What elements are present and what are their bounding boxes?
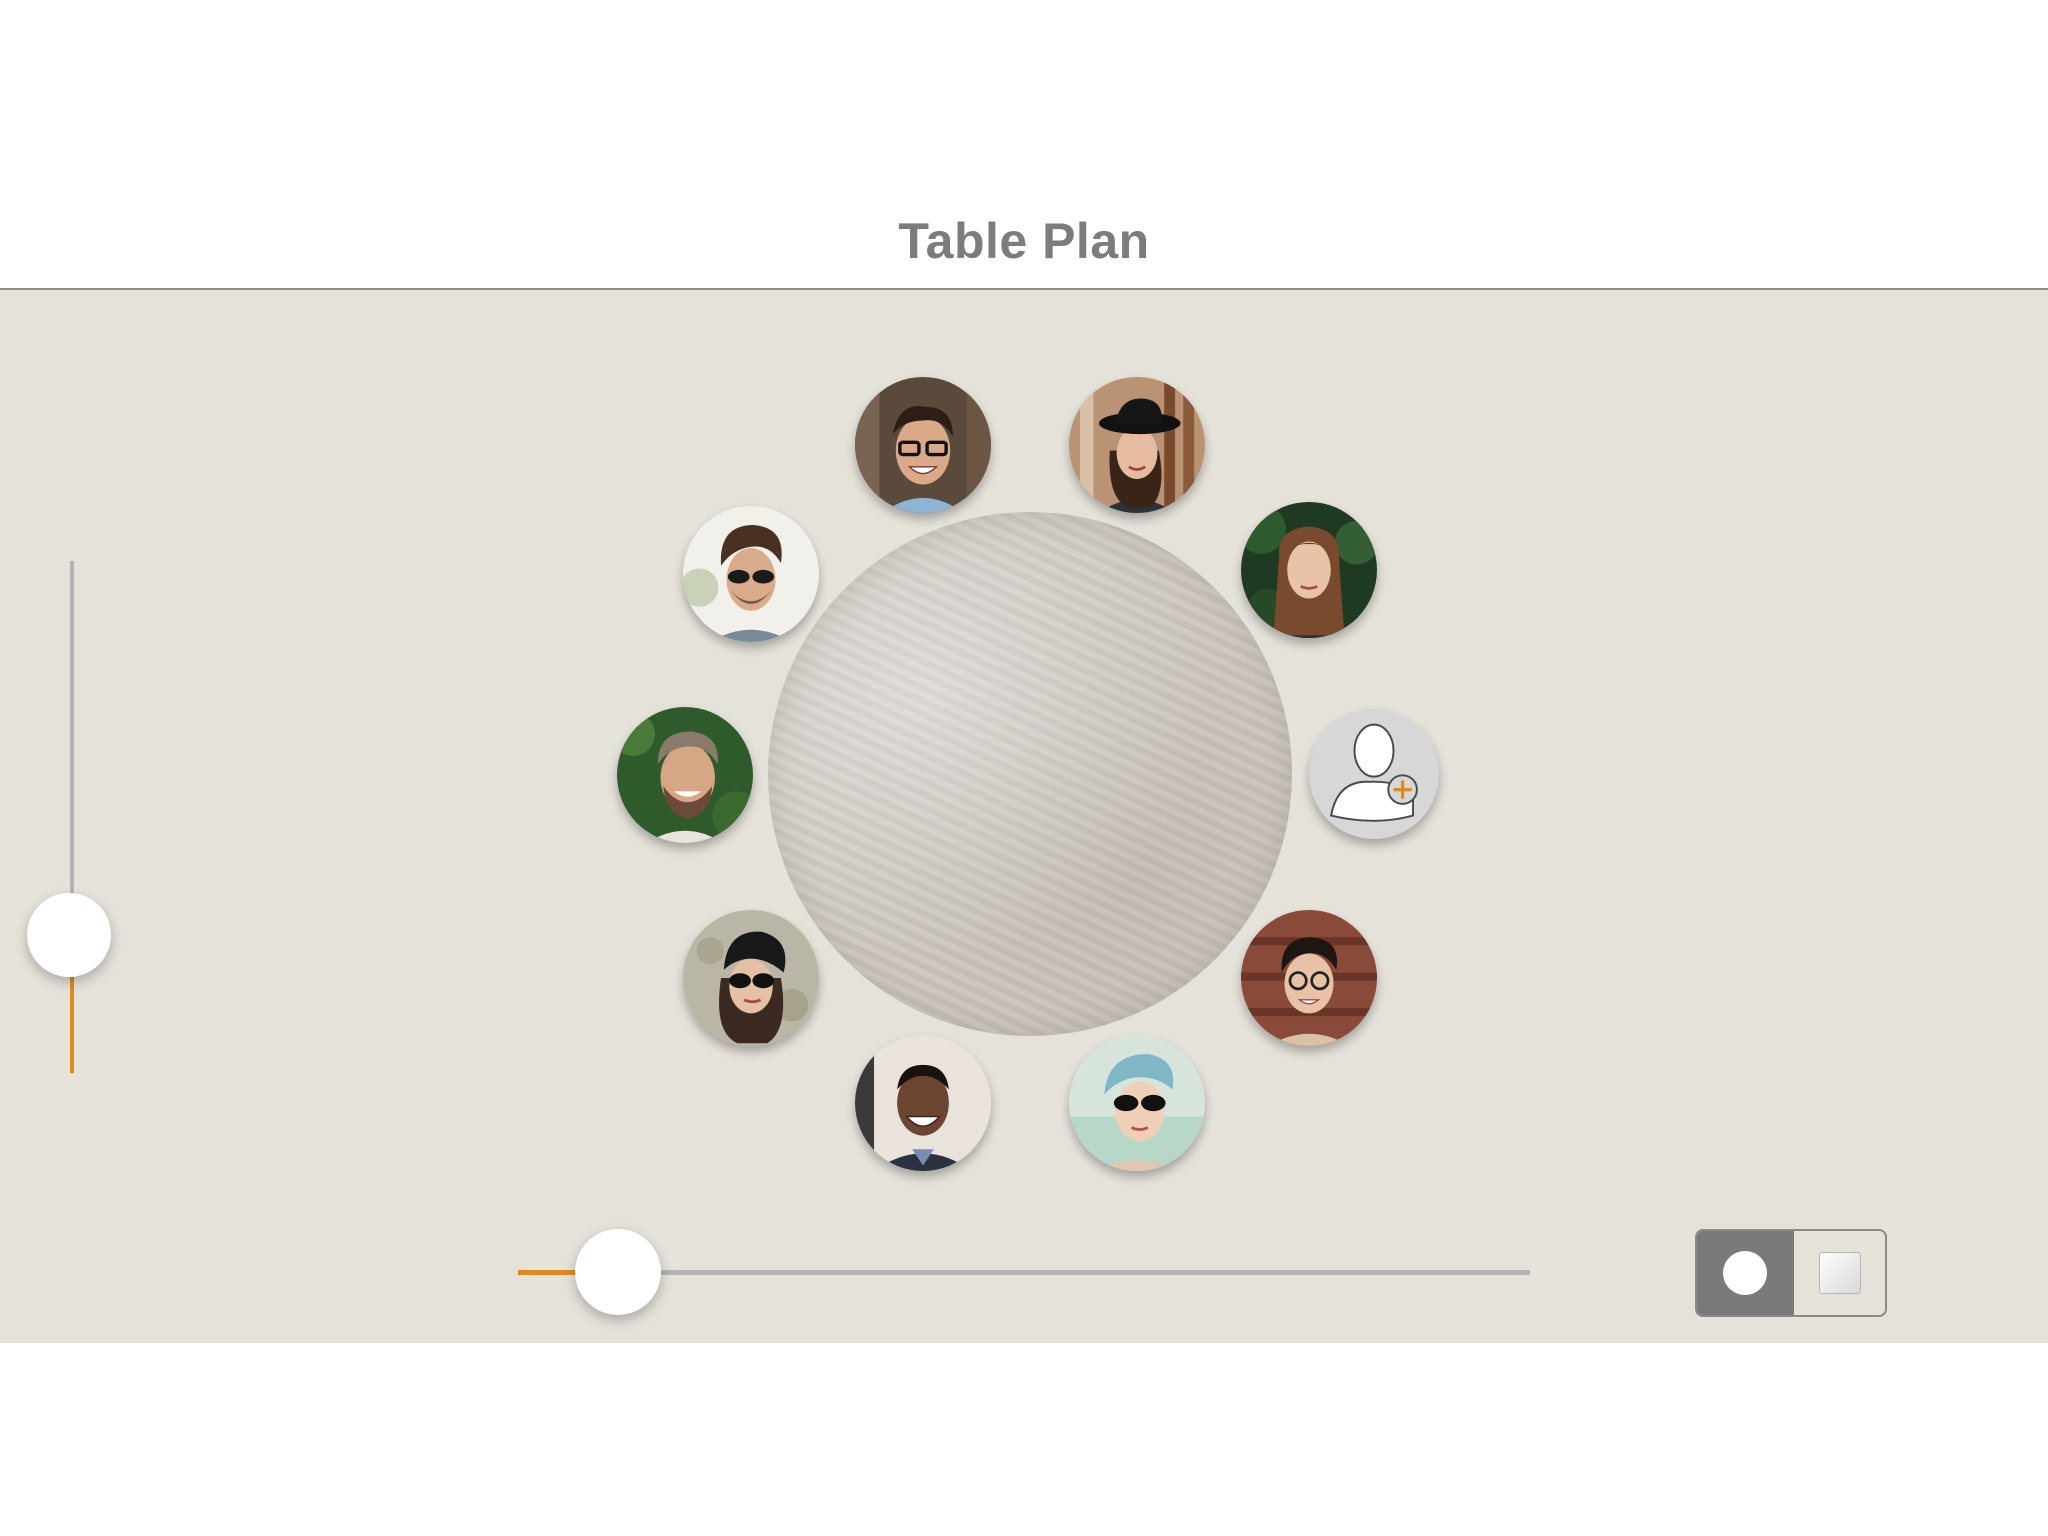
avatar-man-smiling bbox=[855, 1035, 991, 1171]
table-shape-toggle bbox=[1695, 1229, 1887, 1317]
horizontal-slider-track[interactable] bbox=[518, 1270, 1530, 1275]
round-table[interactable] bbox=[768, 512, 1292, 1036]
add-guest-button[interactable] bbox=[1309, 709, 1439, 839]
page-title: Table Plan bbox=[898, 213, 1150, 269]
guest-avatar-seat-9[interactable] bbox=[617, 707, 753, 843]
avatar-man-glasses bbox=[855, 377, 991, 513]
guest-avatar-seat-10[interactable] bbox=[683, 506, 819, 642]
guest-avatar-seat-8[interactable] bbox=[683, 910, 819, 1046]
guest-avatar-seat-7[interactable] bbox=[855, 1035, 991, 1171]
guest-avatar-seat-5[interactable] bbox=[1241, 910, 1377, 1046]
guest-avatar-seat-3[interactable] bbox=[1241, 502, 1377, 638]
guest-avatar-seat-6[interactable] bbox=[1069, 1035, 1205, 1171]
avatar-woman-beanie-sunglasses bbox=[683, 910, 819, 1046]
footer-area bbox=[0, 1343, 2048, 1536]
guest-avatar-seat-1[interactable] bbox=[855, 377, 991, 513]
square-icon bbox=[1819, 1252, 1861, 1294]
avatar-man-beard bbox=[617, 707, 753, 843]
round-shape-option[interactable] bbox=[1697, 1231, 1794, 1315]
header-bar: Table Plan bbox=[0, 0, 2048, 290]
avatar-woman-glasses-short-hair bbox=[1241, 910, 1377, 1046]
avatar-woman-blue-hair-sunglasses bbox=[1069, 1035, 1205, 1171]
avatar-man-sunglasses bbox=[683, 506, 819, 642]
guest-avatar-seat-2[interactable] bbox=[1069, 377, 1205, 513]
add-guest-icon bbox=[1329, 723, 1418, 822]
vertical-slider-thumb[interactable] bbox=[27, 893, 111, 977]
avatar-woman-long-hair bbox=[1241, 502, 1377, 638]
circle-icon bbox=[1723, 1251, 1767, 1295]
avatar-woman-hat bbox=[1069, 377, 1205, 513]
horizontal-slider-thumb[interactable] bbox=[575, 1229, 661, 1315]
square-shape-option[interactable] bbox=[1794, 1231, 1885, 1315]
